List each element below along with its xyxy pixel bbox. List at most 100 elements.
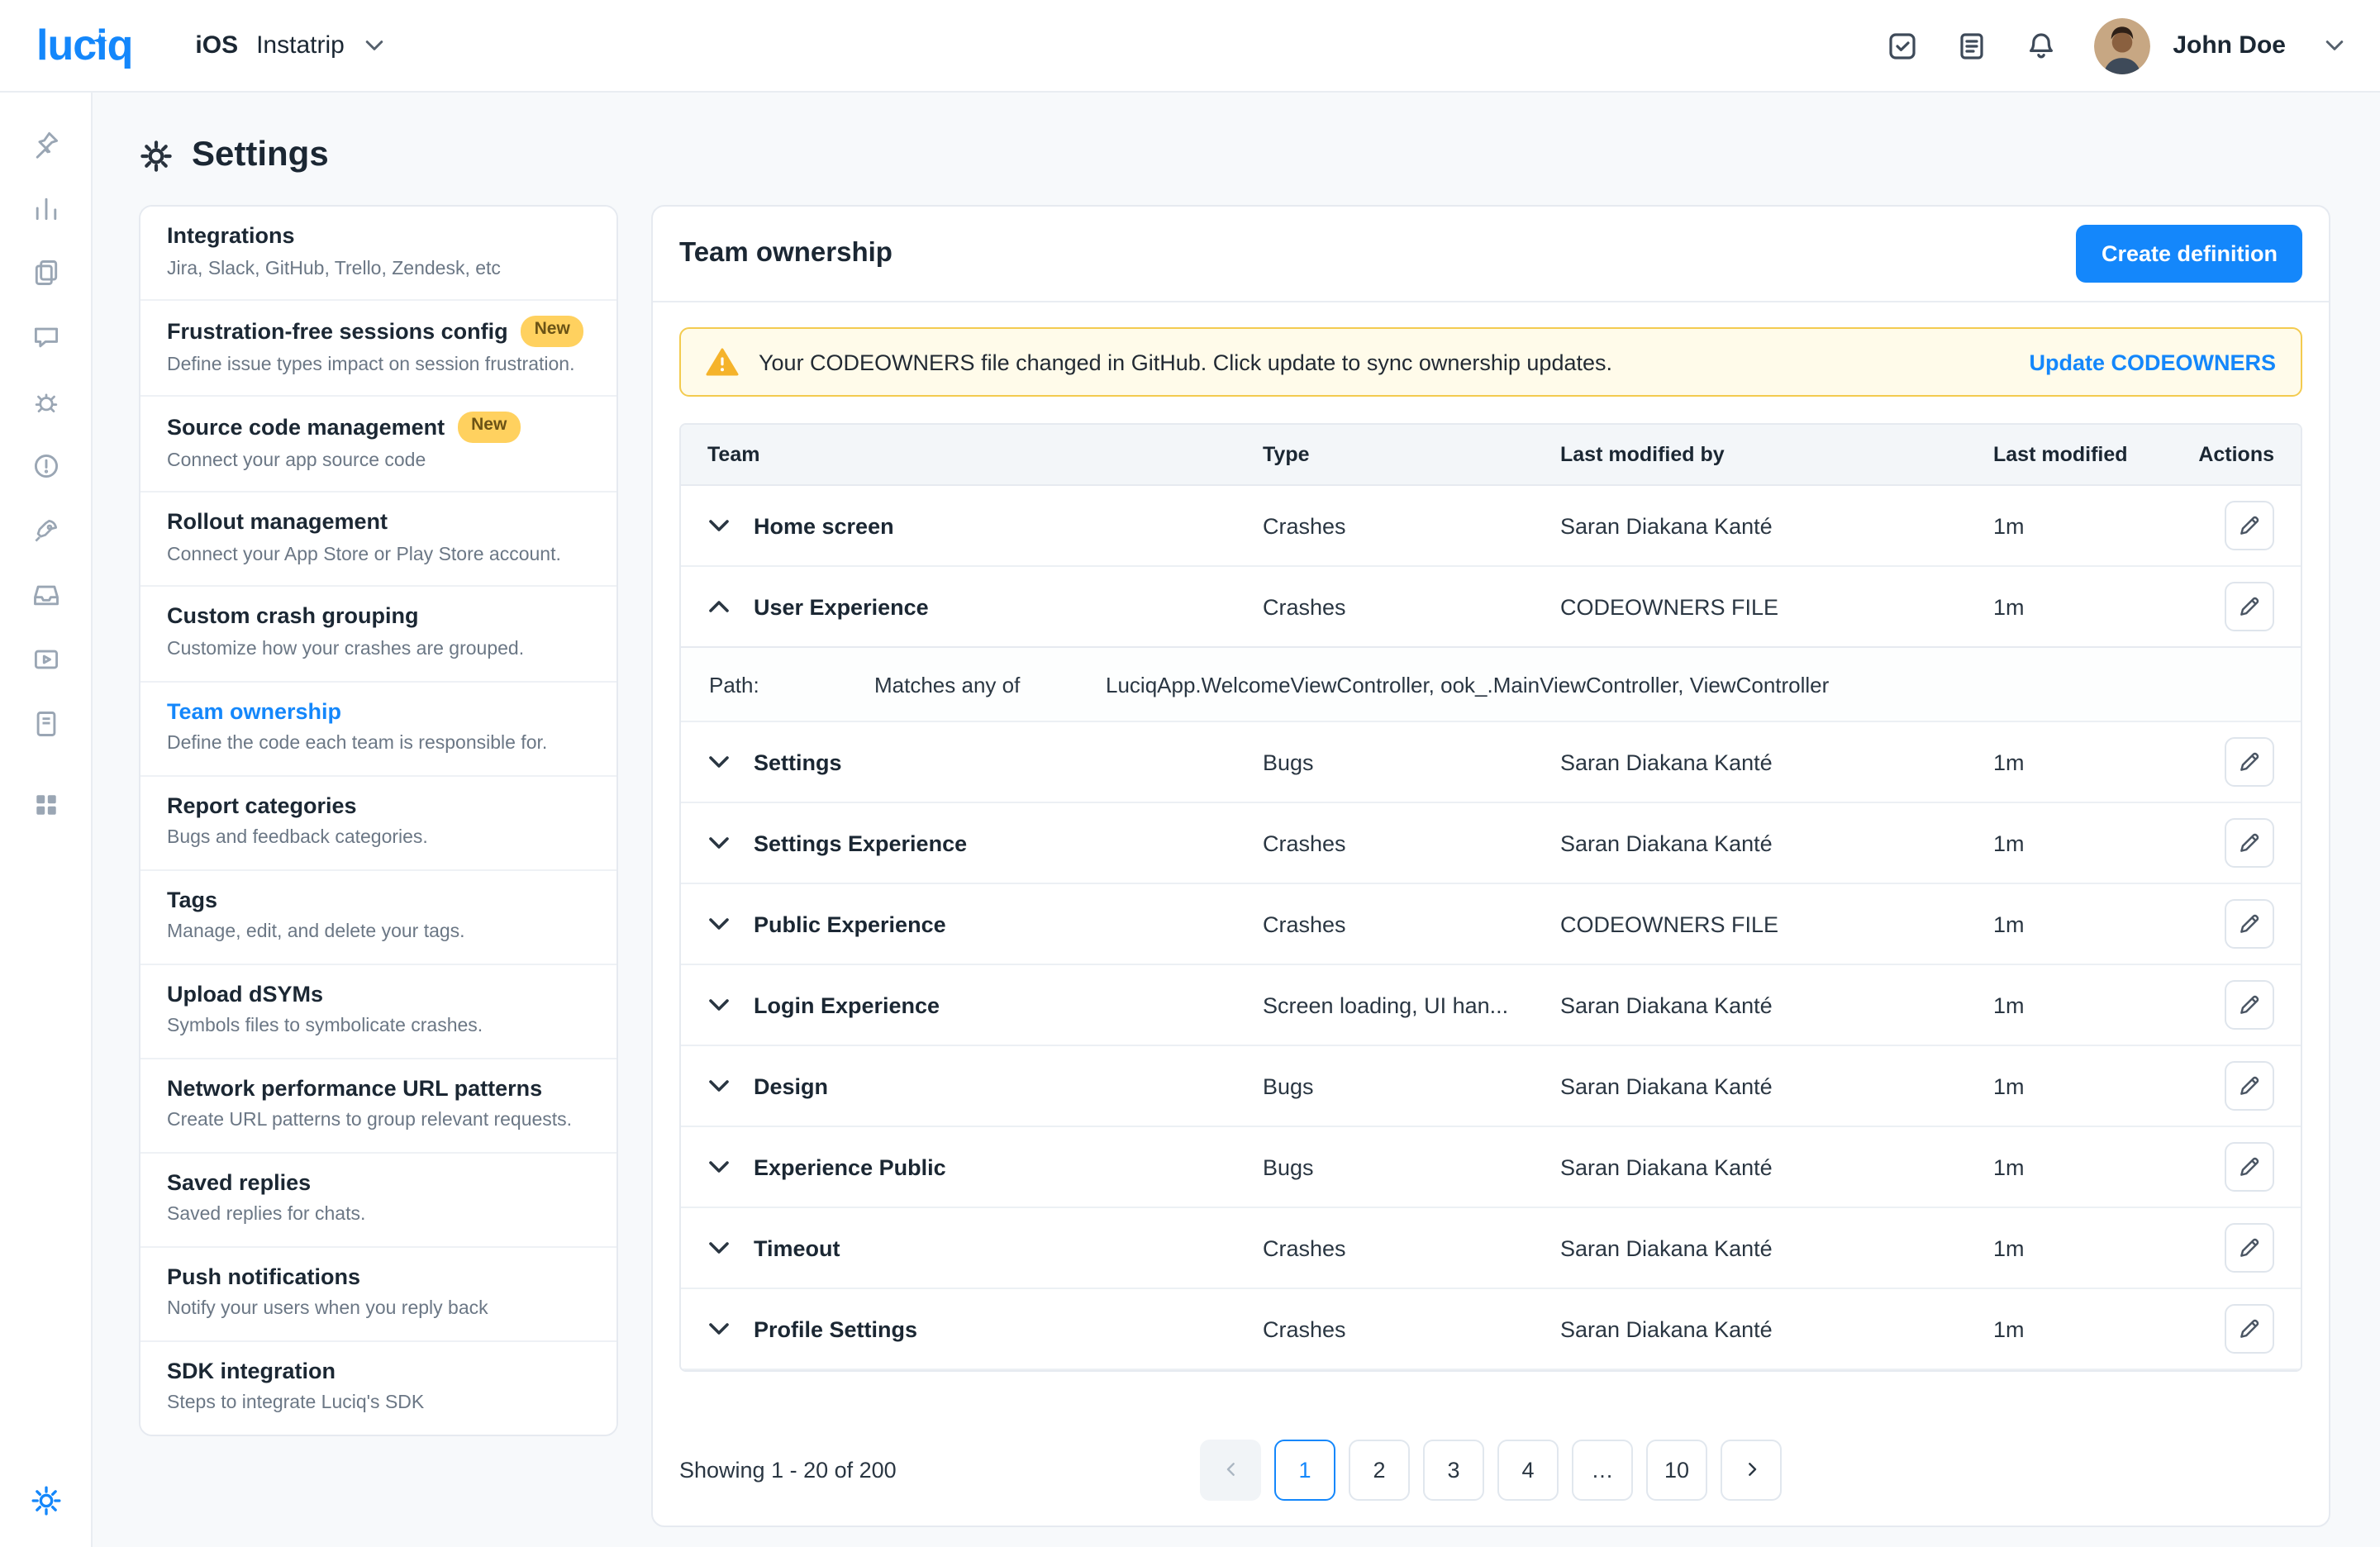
- team-name: Experience Public: [754, 1154, 946, 1179]
- settings-menu-item-subtitle: Saved replies for chats.: [167, 1204, 590, 1230]
- pagination-prev-button[interactable]: [1200, 1439, 1261, 1500]
- chevron-down-icon[interactable]: [709, 836, 729, 850]
- last-modified-by-cell: Saran Diakana Kanté: [1560, 1235, 1993, 1260]
- table-row[interactable]: Public Experience Crashes CODEOWNERS FIL…: [681, 884, 2301, 965]
- approvals-icon[interactable]: [1885, 29, 1918, 62]
- table-row[interactable]: Experience Public Bugs Saran Diakana Kan…: [681, 1127, 2301, 1208]
- settings-menu-item[interactable]: Tags Manage, edit, and delete your tags.: [140, 870, 616, 964]
- luciq-logo[interactable]: luciq: [36, 20, 132, 71]
- last-modified-by-cell: Saran Diakana Kanté: [1560, 1073, 1993, 1098]
- settings-menu-item[interactable]: Team ownership Define the code each team…: [140, 682, 616, 776]
- settings-menu-item-subtitle: Manage, edit, and delete your tags.: [167, 921, 590, 946]
- chevron-down-icon[interactable]: [709, 917, 729, 931]
- table-row[interactable]: Profile Settings Crashes Saran Diakana K…: [681, 1289, 2301, 1370]
- last-modified-cell: 1m: [1993, 1235, 2185, 1260]
- alert-icon[interactable]: [31, 451, 60, 481]
- edit-button[interactable]: [2225, 980, 2274, 1030]
- last-modified-cell: 1m: [1993, 750, 2185, 774]
- app-selector[interactable]: iOS Instatrip: [195, 31, 383, 60]
- settings-menu-item[interactable]: Custom crash grouping Customize how your…: [140, 588, 616, 682]
- settings-menu-item[interactable]: Network performance URL patterns Create …: [140, 1059, 616, 1154]
- edit-button[interactable]: [2225, 1142, 2274, 1192]
- settings-menu-item[interactable]: Report categories Bugs and feedback cate…: [140, 776, 616, 870]
- pin-icon[interactable]: [31, 129, 60, 159]
- settings-menu-item[interactable]: Upload dSYMs Symbols files to symbolicat…: [140, 964, 616, 1059]
- table-row[interactable]: User Experience Crashes CODEOWNERS FILE …: [681, 567, 2301, 648]
- edit-button[interactable]: [2225, 737, 2274, 787]
- edit-button[interactable]: [2225, 1223, 2274, 1273]
- last-modified-by-cell: Saran Diakana Kanté: [1560, 750, 1993, 774]
- chevron-down-icon[interactable]: [709, 1241, 729, 1254]
- inbox-icon[interactable]: [31, 580, 60, 610]
- settings-menu-item[interactable]: Saved replies Saved replies for chats.: [140, 1154, 616, 1248]
- table-header: Team Type Last modified by Last modified…: [681, 425, 2301, 486]
- avatar[interactable]: [2093, 17, 2149, 74]
- apps-grid-icon[interactable]: [31, 790, 60, 820]
- edit-button[interactable]: [2225, 1304, 2274, 1354]
- chevron-up-icon[interactable]: [709, 600, 729, 613]
- banner-message: Your CODEOWNERS file changed in GitHub. …: [759, 350, 1612, 374]
- edit-button[interactable]: [2225, 899, 2274, 949]
- chevron-down-icon[interactable]: [2325, 40, 2344, 51]
- settings-menu-item-title: Custom crash grouping: [167, 602, 419, 631]
- settings-menu-item[interactable]: Push notifications Notify your users whe…: [140, 1248, 616, 1342]
- notes-icon[interactable]: [1954, 29, 1987, 62]
- table-row[interactable]: Settings Experience Crashes Saran Diakan…: [681, 803, 2301, 884]
- settings-menu-item-title: Frustration-free sessions config: [167, 317, 508, 345]
- pagination-next-button[interactable]: [1721, 1439, 1782, 1500]
- settings-menu-item[interactable]: Integrations Jira, Slack, GitHub, Trello…: [140, 207, 616, 301]
- pages-icon[interactable]: [31, 258, 60, 288]
- logo-star-icon: [93, 8, 107, 60]
- pagination-page-button[interactable]: 1: [1274, 1439, 1335, 1500]
- pagination-page-button[interactable]: 4: [1497, 1439, 1559, 1500]
- table-row[interactable]: Home screen Crashes Saran Diakana Kanté …: [681, 486, 2301, 567]
- update-codeowners-link[interactable]: Update CODEOWNERS: [2029, 350, 2276, 374]
- settings-menu-item[interactable]: Rollout management Connect your App Stor…: [140, 493, 616, 588]
- user-name[interactable]: John Doe: [2173, 31, 2286, 60]
- media-icon[interactable]: [31, 645, 60, 674]
- last-modified-by-cell: Saran Diakana Kanté: [1560, 1316, 1993, 1341]
- edit-button[interactable]: [2225, 582, 2274, 631]
- edit-button[interactable]: [2225, 1061, 2274, 1111]
- table-row[interactable]: Design Bugs Saran Diakana Kanté 1m: [681, 1046, 2301, 1127]
- chevron-down-icon[interactable]: [709, 998, 729, 1011]
- team-name: Login Experience: [754, 992, 940, 1017]
- notifications-bell-icon[interactable]: [2024, 29, 2057, 62]
- edit-button[interactable]: [2225, 818, 2274, 868]
- chevron-down-icon[interactable]: [709, 519, 729, 532]
- table-row[interactable]: Timeout Crashes Saran Diakana Kanté 1m: [681, 1208, 2301, 1289]
- type-cell: Bugs: [1263, 1154, 1560, 1179]
- type-cell: Bugs: [1263, 750, 1560, 774]
- bug-icon[interactable]: [31, 387, 60, 416]
- settings-menu-item-title: SDK integration: [167, 1357, 336, 1386]
- chevron-down-icon[interactable]: [709, 1160, 729, 1173]
- pagination-page-button[interactable]: 10: [1646, 1439, 1707, 1500]
- chevron-down-icon[interactable]: [709, 755, 729, 769]
- analytics-icon[interactable]: [31, 193, 60, 223]
- pagination-page-button[interactable]: 3: [1423, 1439, 1484, 1500]
- settings-menu-item[interactable]: Source code management New Connect your …: [140, 397, 616, 493]
- pagination-page-button: …: [1572, 1439, 1633, 1500]
- settings-gear-icon[interactable]: [29, 1484, 62, 1517]
- type-cell: Bugs: [1263, 1073, 1560, 1098]
- edit-button[interactable]: [2225, 501, 2274, 550]
- create-definition-button[interactable]: Create definition: [2077, 225, 2302, 283]
- last-modified-cell: 1m: [1993, 513, 2185, 538]
- settings-menu-item-title: Integrations: [167, 221, 295, 250]
- settings-menu-item[interactable]: Frustration-free sessions config New Def…: [140, 301, 616, 397]
- last-modified-by-cell: Saran Diakana Kanté: [1560, 1154, 1993, 1179]
- pagination-page-button[interactable]: 2: [1349, 1439, 1410, 1500]
- navbar-right-group: John Doe: [1885, 17, 2344, 74]
- table-row[interactable]: Settings Bugs Saran Diakana Kanté 1m: [681, 722, 2301, 803]
- chat-icon[interactable]: [31, 322, 60, 352]
- new-badge: New: [458, 412, 520, 442]
- journal-icon[interactable]: [31, 709, 60, 739]
- chevron-down-icon[interactable]: [709, 1322, 729, 1335]
- settings-menu-item-subtitle: Customize how your crashes are grouped.: [167, 638, 590, 664]
- rocket-icon[interactable]: [31, 516, 60, 545]
- last-modified-by-cell: Saran Diakana Kanté: [1560, 831, 1993, 855]
- settings-menu-item[interactable]: SDK integration Steps to integrate Luciq…: [140, 1342, 616, 1435]
- chevron-down-icon[interactable]: [709, 1079, 729, 1092]
- table-row[interactable]: Login Experience Screen loading, UI han.…: [681, 965, 2301, 1046]
- settings-menu-item-subtitle: Define the code each team is responsible…: [167, 732, 590, 758]
